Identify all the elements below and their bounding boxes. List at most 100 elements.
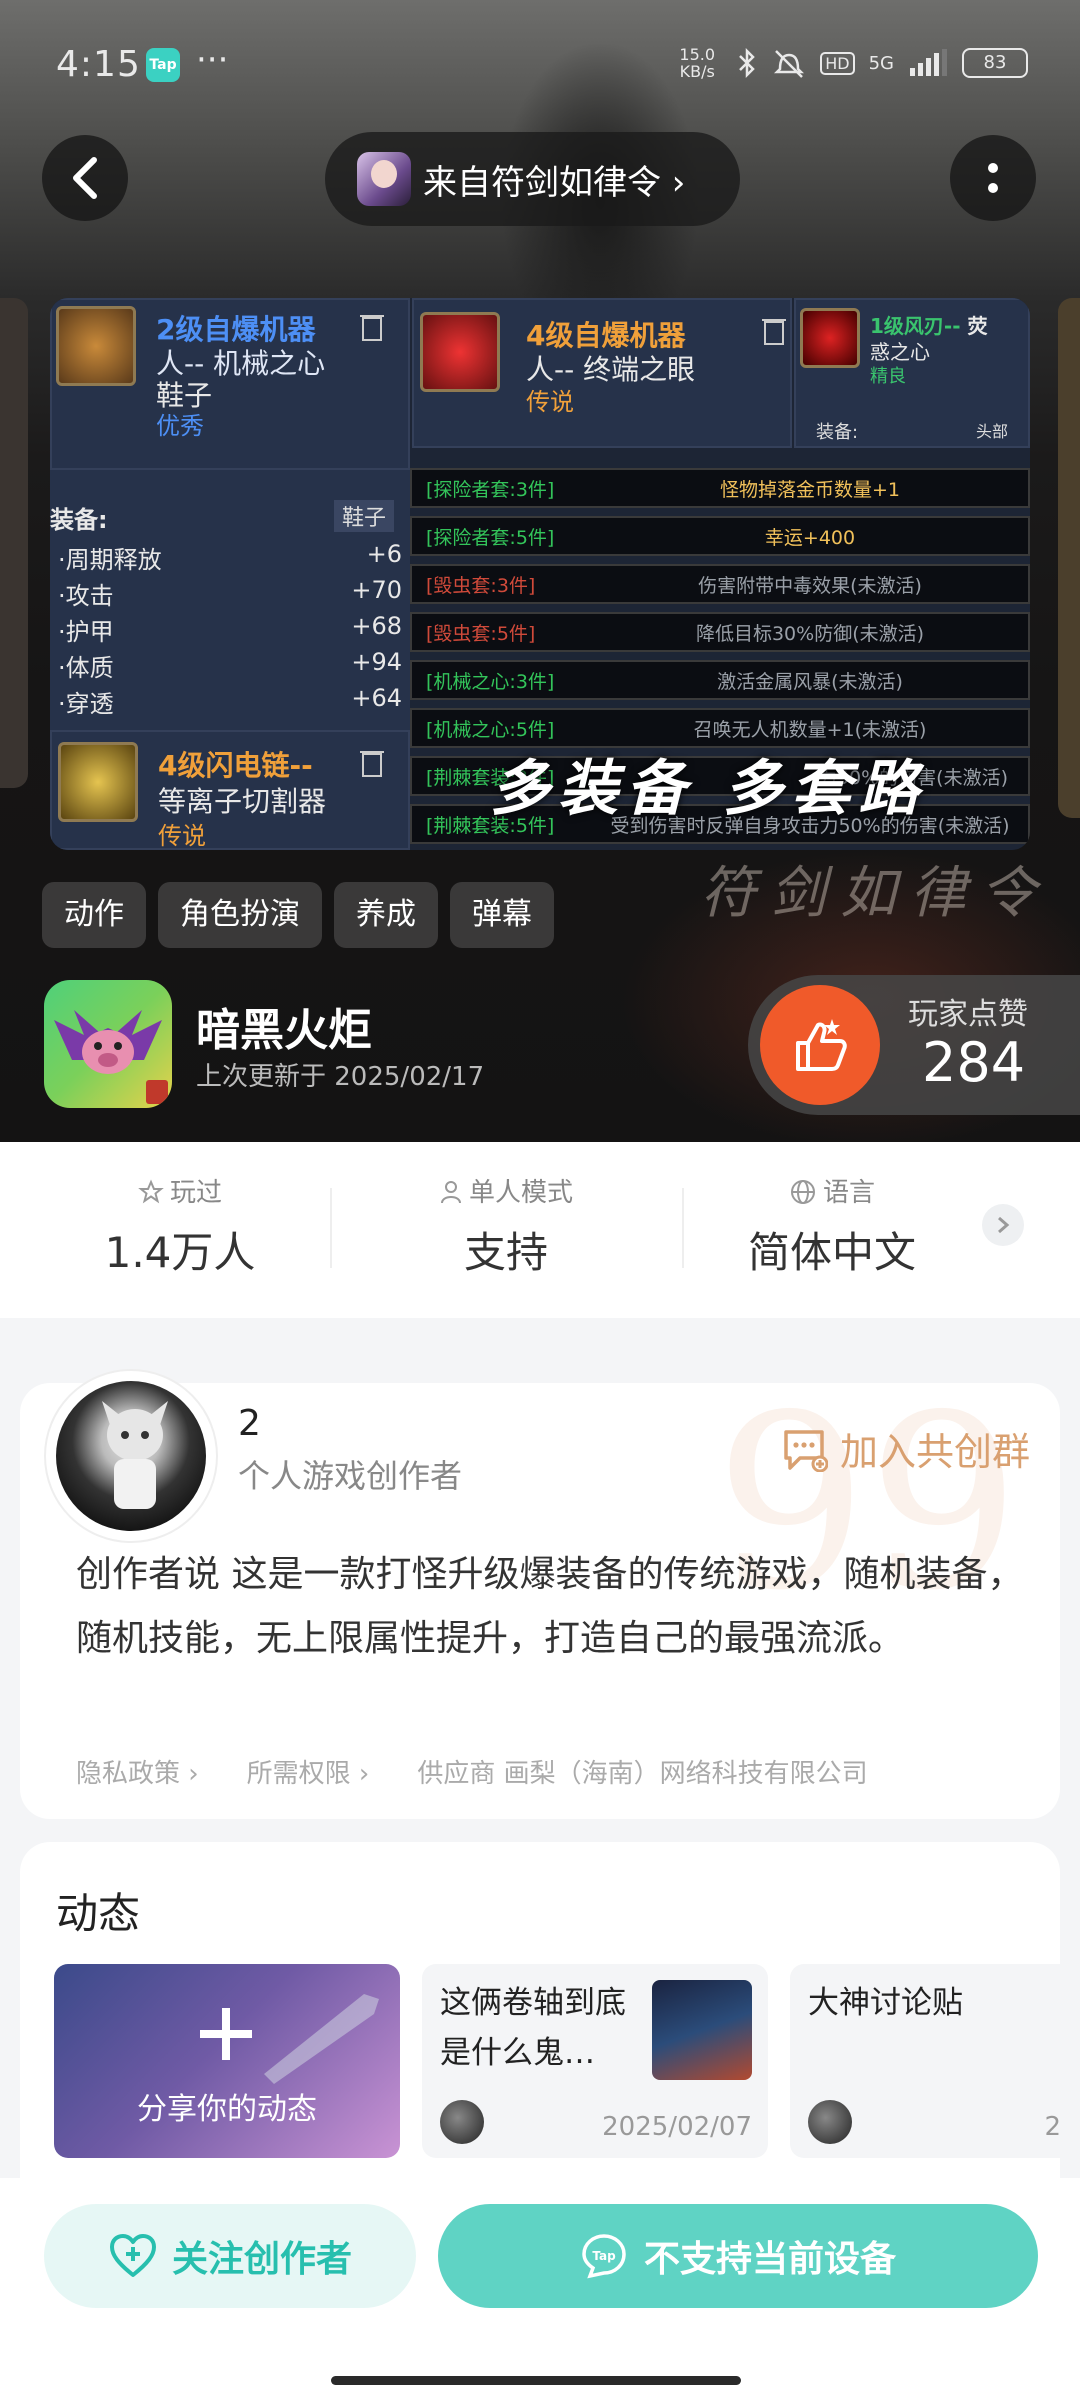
trash-icon <box>360 751 384 777</box>
stat-row: ·攻击 +70 <box>58 576 402 610</box>
post-author-avatar <box>808 2100 852 2144</box>
stats-more-button[interactable] <box>982 1204 1024 1246</box>
vertical-dots-icon <box>988 163 998 193</box>
player-likes: 玩家点赞 284 <box>748 975 1080 1115</box>
set-row: [探险者套:3件] 怪物掉落金币数量+1 <box>410 468 1030 508</box>
signal-bars-icon <box>910 49 947 76</box>
post-thumbnail <box>652 1980 752 2080</box>
svg-text:Tap: Tap <box>592 2249 616 2263</box>
equip-label: 装备: <box>816 422 859 443</box>
person-icon <box>440 1181 461 1204</box>
tag-rpg[interactable]: 角色扮演 <box>158 882 322 948</box>
avatar-figure <box>102 1401 168 1509</box>
post-card[interactable]: 这俩卷轴到底是什么鬼… 2025/02/07 <box>422 1964 768 2158</box>
collection-avatar <box>357 152 411 206</box>
slot-label: 头部 <box>976 422 1009 441</box>
genre-tags: 动作 角色扮演 养成 弹幕 <box>42 882 554 948</box>
section-title: 动态 <box>56 1889 141 1938</box>
item-card-4: 4级闪电链-- 等离子切割器 传说 <box>50 730 410 850</box>
item-sub: 等离子切割器 <box>158 785 327 818</box>
origin-collection-link[interactable]: 来自符剑如律令 › <box>325 132 740 226</box>
post-date: 2024/1 <box>1044 2112 1060 2142</box>
home-indicator[interactable] <box>331 2376 741 2385</box>
creator-role: 个人游戏创作者 <box>238 1457 463 1495</box>
game-icon <box>44 980 172 1108</box>
creator-card: 99 2 个人游戏创作者 加入共创群 创作者说 这是一款打怪升级爆装备的传统游戏… <box>20 1371 1060 1819</box>
origin-label: 来自符剑如律令 › <box>423 162 686 203</box>
item-icon-chain <box>58 742 138 822</box>
item-card-2: 4级自爆机器 人-- 终端之眼 传说 <box>412 298 792 448</box>
signal-5g: 5G <box>868 52 894 74</box>
post-card[interactable]: 大神讨论贴 2024/1 <box>790 1964 1060 2158</box>
creator-description: 创作者说 这是一款打怪升级爆装备的传统游戏，随机装备，随机技能，无上限属性提升，… <box>76 1554 1024 1659</box>
creator-avatar[interactable] <box>46 1371 216 1541</box>
supplier-info: 供应商 画梨（海南）网络科技有限公司 <box>417 1759 868 1789</box>
permissions-link[interactable]: 所需权限 › <box>247 1753 370 1790</box>
stat-row: ·穿透 +64 <box>58 684 402 714</box>
globe-icon <box>790 1180 815 1204</box>
status-time: 4:15 <box>56 44 141 85</box>
hd-badge: HD <box>820 51 855 75</box>
equip-stats-panel: 装备: 鞋子 ·周期释放 +6 ·攻击 +70 ·护甲 +68 ·体质 +94 ·穿透 +… <box>50 470 410 730</box>
screenshot-caption: 多装备 多套路 <box>490 754 927 824</box>
follow-creator-button[interactable]: 关注创作者 <box>44 2204 416 2308</box>
stat-value: 简体中文 <box>747 1228 916 1277</box>
post-title: 大神讨论贴 <box>808 1985 963 2021</box>
item-quality: 精良 <box>870 366 906 387</box>
item-quality: 传说 <box>158 822 206 850</box>
thumbs-up-icon <box>796 1019 847 1071</box>
stat-value: 支持 <box>463 1228 548 1277</box>
stat-played: 玩过 1.4万人 <box>30 1172 330 1280</box>
more-options-button[interactable] <box>950 135 1036 221</box>
screenshot-watermark: 符剑如律令 <box>700 861 1050 926</box>
post-author-avatar <box>440 2100 484 2144</box>
hero-banner: 4:15 Tap ··· 15.0 KB/s HD 5G 83 来自符剑如律令 … <box>0 0 1080 1142</box>
last-updated: 上次更新于 2025/02/17 <box>196 1062 485 1092</box>
tag-bullet-hell[interactable]: 弹幕 <box>450 882 554 948</box>
share-post-card[interactable]: 分享你的动态 <box>54 1964 400 2158</box>
item-title: 1级风刃-- 荧 <box>870 314 988 338</box>
item-sub: 惑之心 <box>870 340 930 364</box>
item-quality: 传说 <box>526 388 574 416</box>
likes-label: 玩家点赞 <box>908 997 1028 1032</box>
stat-value: 1.4万人 <box>104 1228 256 1277</box>
sword-illustration <box>264 1994 379 2084</box>
stat-row: ·护甲 +68 <box>58 612 402 646</box>
chat-bubble-icon <box>784 1429 828 1472</box>
creator-name[interactable]: 2 <box>238 1403 261 1444</box>
join-cocreate-group-button[interactable]: 加入共创群 <box>780 1421 1030 1476</box>
set-row: [机械之心:3件] 激活金属风暴(未激活) <box>410 660 1030 700</box>
like-button[interactable] <box>760 985 880 1105</box>
item-card-3: 1级风刃-- 荧 惑之心 精良 装备: 头部 <box>794 298 1030 448</box>
item-icon-boots <box>56 306 136 386</box>
next-screenshot-peek[interactable] <box>1058 298 1080 818</box>
prev-screenshot-peek[interactable] <box>0 298 28 788</box>
post-date: 2025/02/07 <box>602 2112 752 2142</box>
game-stats-bar: 玩过 1.4万人 单人模式 支持 语言 简体中文 <box>0 1142 1080 1318</box>
tag-raising[interactable]: 养成 <box>334 882 438 948</box>
stat-row: ·体质 +94 <box>58 648 402 682</box>
chevron-right-icon <box>998 1216 1010 1234</box>
item-title: 4级闪电链-- <box>158 749 313 782</box>
bat-pig-logo <box>54 1010 168 1104</box>
set-row: [毁虫套:5件] 降低目标30%防御(未激活) <box>410 612 1030 652</box>
status-icons: 15.0 KB/s HD 5G 83 <box>672 46 1028 80</box>
slot-tag: 鞋子 <box>334 500 395 532</box>
tag-action[interactable]: 动作 <box>42 882 146 948</box>
equip-label: 装备: <box>50 506 108 534</box>
stat-row: ·周期释放 +6 <box>58 540 402 574</box>
item-card-1: 2级自爆机器 人-- 机械之心 鞋子 优秀 <box>50 298 410 470</box>
game-title: 暗黑火炬 <box>196 1005 372 1056</box>
share-label: 分享你的动态 <box>137 2092 317 2127</box>
privacy-policy-link[interactable]: 隐私政策 › <box>76 1753 199 1790</box>
mute-icon <box>774 50 805 78</box>
star-badge-icon <box>138 1179 164 1204</box>
divider <box>330 1188 332 1268</box>
back-button[interactable] <box>42 135 128 221</box>
trash-icon <box>762 319 786 345</box>
unsupported-device-button[interactable]: Tap 不支持当前设备 <box>438 2204 1038 2308</box>
chevron-left-icon <box>73 157 97 199</box>
likes-count: 284 <box>922 1031 1026 1094</box>
item-quality: 优秀 <box>156 412 204 440</box>
set-row: [毁虫套:3件] 伤害附带中毒效果(未激活) <box>410 564 1030 604</box>
